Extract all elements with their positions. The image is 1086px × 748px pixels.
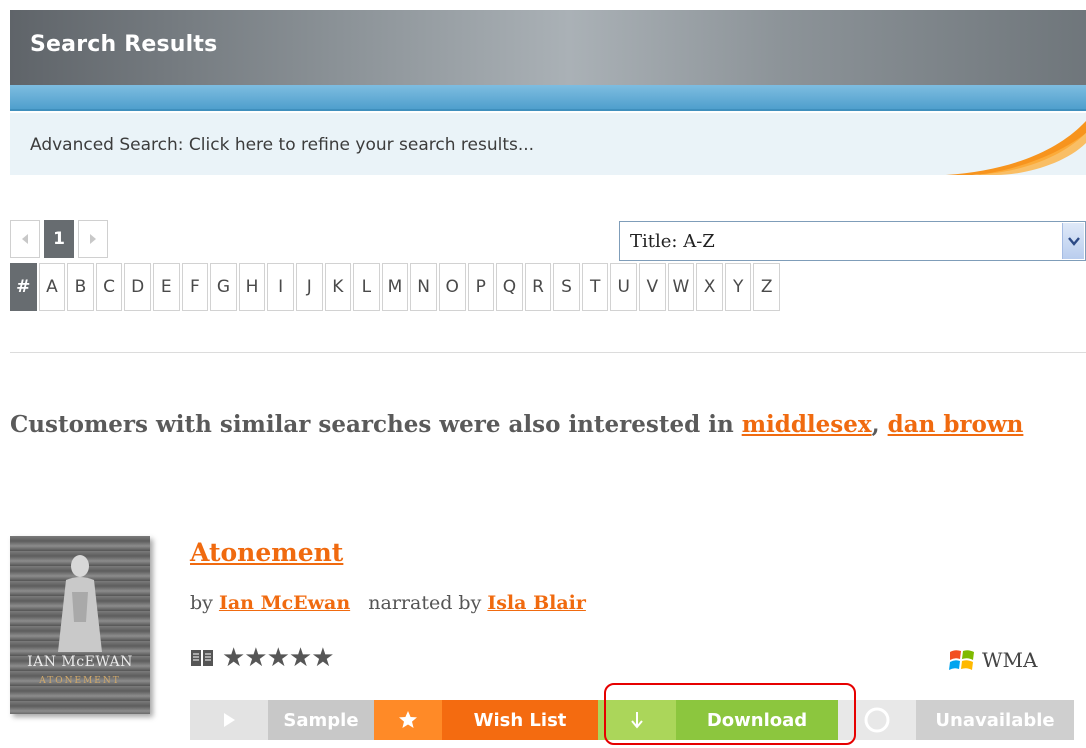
- alpha-filter-w[interactable]: W: [667, 263, 695, 311]
- download-arrow-icon: [598, 700, 676, 740]
- sort-order-select[interactable]: Title: A-Z: [619, 221, 1086, 261]
- alpha-filter-f[interactable]: F: [181, 263, 209, 311]
- sort-selected-value: Title: A-Z: [630, 231, 715, 252]
- format-indicator: WMA: [948, 646, 1037, 674]
- star-icon: [374, 700, 442, 740]
- swoosh-decoration-icon: [946, 121, 1086, 175]
- alpha-filter-c[interactable]: C: [95, 263, 123, 311]
- chevron-left-icon: [22, 234, 28, 244]
- alpha-filter-e[interactable]: E: [152, 263, 180, 311]
- advanced-search-link[interactable]: Advanced Search: Click here to refine yo…: [10, 113, 1086, 175]
- alpha-filter-j[interactable]: J: [295, 263, 323, 311]
- format-label: WMA: [982, 648, 1038, 672]
- alpha-filter-z[interactable]: Z: [753, 263, 781, 311]
- cover-figure-illustration: [58, 555, 102, 652]
- alpha-filter-v[interactable]: V: [639, 263, 666, 311]
- alphabet-filter: # A B C D E F G H I J K L M N O P Q R S T U V W X Y Z: [10, 263, 781, 311]
- wish-list-button[interactable]: Wish List: [374, 700, 598, 740]
- alpha-filter-u[interactable]: U: [610, 263, 638, 311]
- alpha-filter-o[interactable]: O: [438, 263, 466, 311]
- alpha-filter-a[interactable]: A: [38, 263, 66, 311]
- alpha-filter-y[interactable]: Y: [724, 263, 752, 311]
- alpha-filter-b[interactable]: B: [67, 263, 94, 311]
- header-accent-strip: [10, 85, 1086, 111]
- download-button[interactable]: Download: [598, 700, 838, 740]
- alpha-filter-i[interactable]: I: [267, 263, 294, 311]
- alpha-filter-x[interactable]: X: [696, 263, 723, 311]
- section-divider: [10, 352, 1086, 353]
- alpha-filter-s[interactable]: S: [553, 263, 580, 311]
- sample-label: Sample: [268, 700, 374, 740]
- alpha-filter-hash[interactable]: #: [10, 263, 37, 311]
- unavailable-button[interactable]: Unavailable: [838, 700, 1074, 740]
- unavailable-label: Unavailable: [916, 700, 1074, 740]
- narrator-link[interactable]: Isla Blair: [487, 592, 586, 614]
- alpha-filter-d[interactable]: D: [124, 263, 151, 311]
- alpha-filter-t[interactable]: T: [581, 263, 609, 311]
- author-link[interactable]: Ian McEwan: [219, 592, 350, 614]
- related-searches: Customers with similar searches were als…: [10, 400, 1080, 449]
- loading-circle-icon: [838, 700, 916, 740]
- alpha-filter-n[interactable]: N: [410, 263, 437, 311]
- related-search-link-dan-brown[interactable]: dan brown: [888, 411, 1024, 438]
- search-results-header: Search Results: [10, 10, 1086, 85]
- alpha-filter-k[interactable]: K: [324, 263, 352, 311]
- page-title: Search Results: [30, 32, 218, 57]
- windows-logo-icon: [949, 650, 974, 670]
- book-icon: [191, 650, 213, 666]
- chevron-right-icon: [90, 234, 96, 244]
- rating-row: ★★★★★: [190, 643, 335, 673]
- page-number-current[interactable]: 1: [44, 220, 74, 258]
- advanced-search-text: Advanced Search: Click here to refine yo…: [30, 135, 535, 155]
- book-title-link[interactable]: Atonement: [190, 538, 343, 567]
- download-label: Download: [676, 700, 838, 740]
- wish-list-label: Wish List: [442, 700, 598, 740]
- by-label: by: [190, 592, 219, 614]
- related-search-link-middlesex[interactable]: middlesex: [742, 411, 872, 438]
- star-rating: ★★★★★: [222, 643, 335, 673]
- related-searches-separator: ,: [871, 411, 888, 438]
- chevron-down-icon: [1067, 237, 1080, 246]
- action-buttons: Sample Wish List Download Unavailable: [190, 700, 1074, 740]
- pagination: 1: [10, 220, 108, 258]
- prev-page-button[interactable]: [10, 220, 40, 258]
- cover-author-text: IAN McEWAN: [27, 654, 133, 670]
- related-searches-prefix: Customers with similar searches were als…: [10, 411, 742, 438]
- dropdown-arrow-button[interactable]: [1062, 223, 1084, 259]
- cover-title-text: ATONEMENT: [39, 676, 121, 686]
- book-byline: by Ian McEwan narrated by Isla Blair: [190, 592, 586, 614]
- sample-button[interactable]: Sample: [190, 700, 374, 740]
- alpha-filter-l[interactable]: L: [353, 263, 380, 311]
- narrated-label: narrated by: [368, 592, 488, 614]
- alpha-filter-m[interactable]: M: [381, 263, 409, 311]
- play-icon: [190, 700, 268, 740]
- alpha-filter-p[interactable]: P: [467, 263, 495, 311]
- alpha-filter-q[interactable]: Q: [496, 263, 523, 311]
- next-page-button[interactable]: [78, 220, 108, 258]
- alpha-filter-h[interactable]: H: [238, 263, 266, 311]
- book-cover-image[interactable]: IAN McEWAN ATONEMENT: [10, 536, 150, 714]
- alpha-filter-r[interactable]: R: [524, 263, 552, 311]
- alpha-filter-g[interactable]: G: [210, 263, 237, 311]
